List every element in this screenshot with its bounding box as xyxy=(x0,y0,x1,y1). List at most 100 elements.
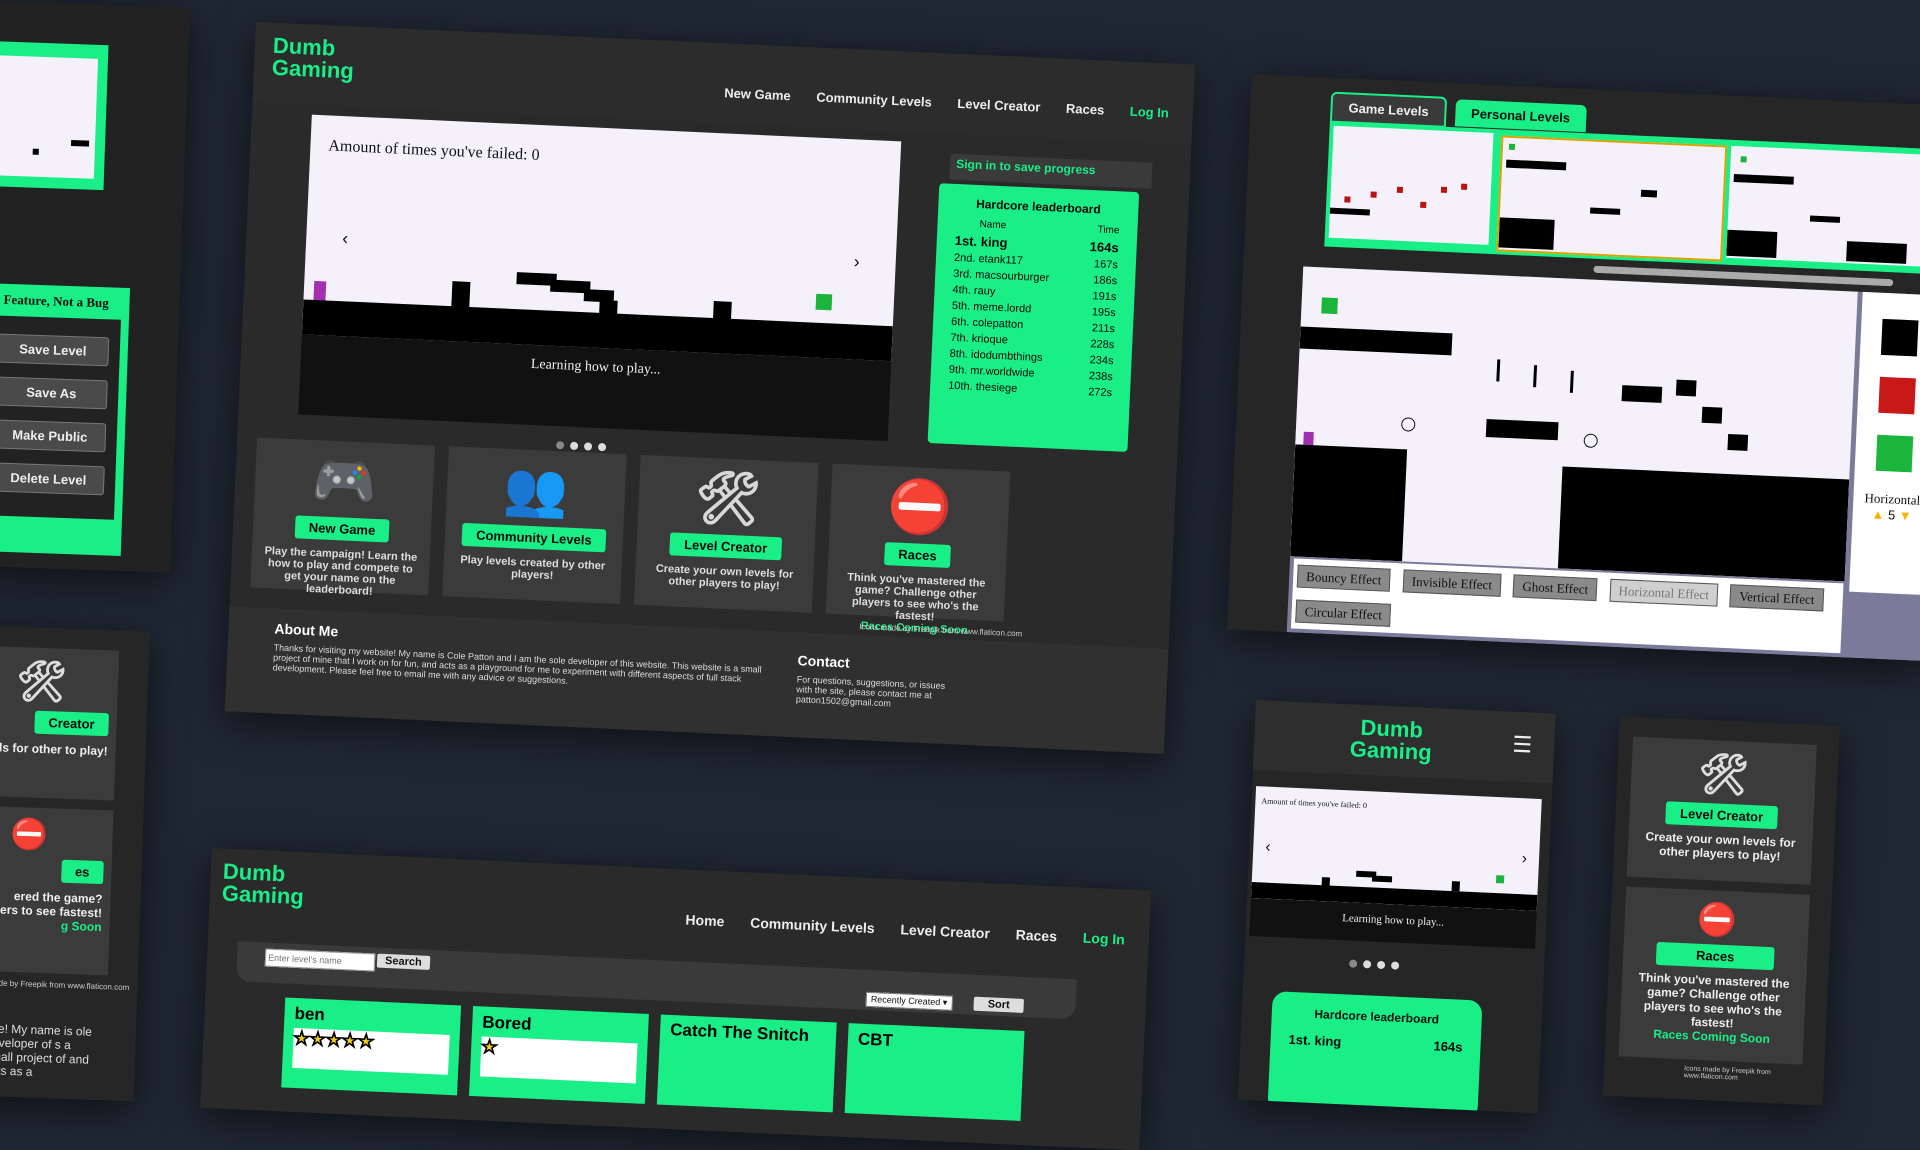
no-monitor-icon: ⛔ xyxy=(1696,900,1738,939)
save-level-button[interactable]: Save Level xyxy=(0,333,110,367)
level-card-ben[interactable]: ben ★★★★★ xyxy=(281,997,462,1096)
carousel-dot-1[interactable] xyxy=(555,441,565,450)
invisible-effect-button[interactable]: Invisible Effect xyxy=(1402,569,1502,597)
decrease-arrow-icon[interactable]: ▼ xyxy=(1899,508,1913,524)
mobile-next-arrow-icon[interactable]: › xyxy=(1521,850,1527,868)
about-title: About Me xyxy=(274,620,339,640)
tools-icon: 🛠 xyxy=(15,659,68,705)
nav-races[interactable]: Races xyxy=(1015,927,1057,945)
nav-new-game[interactable]: New Game xyxy=(724,85,791,103)
nav-level-creator[interactable]: Level Creator xyxy=(957,96,1041,115)
sort-select-value: Recently Created xyxy=(870,994,941,1008)
carousel-dot-3[interactable] xyxy=(583,442,593,451)
palette-effect-value: 5 xyxy=(1887,507,1896,523)
search-input[interactable] xyxy=(264,948,376,972)
creator-canvas[interactable] xyxy=(1290,266,1858,582)
editor-panel: s a Feature, Not a Bug Save Level Save A… xyxy=(0,0,190,573)
leaderboard-player-name: 4th. rauy xyxy=(952,283,996,298)
logo-community[interactable]: Dumb Gaming xyxy=(221,859,305,910)
level-creator-page: Game Levels Personal Levels Horizontal ▲… xyxy=(1226,74,1920,662)
nav-home[interactable]: Home xyxy=(685,912,725,930)
leaderboard-player-name: 1st. king xyxy=(954,232,1008,251)
level-thumb-1[interactable] xyxy=(1328,125,1494,245)
leaderboard-player-time: 191s xyxy=(1092,290,1117,304)
leaderboard-col-time: Time xyxy=(1097,224,1120,237)
left-races-desc: ered the game? players to see fastest! xyxy=(0,889,103,921)
leaderboard-player-time: 195s xyxy=(1091,306,1116,320)
main-nav: New Game Community Levels Level Creator … xyxy=(702,84,1169,120)
logo-line-2: Gaming xyxy=(221,880,305,910)
card-new-game-button[interactable]: New Game xyxy=(294,515,390,543)
nav-community-levels[interactable]: Community Levels xyxy=(816,90,932,110)
leaderboard-player-name: 5th. meme.lordd xyxy=(951,299,1032,316)
make-public-button[interactable]: Make Public xyxy=(0,419,107,453)
mobile-home-page: Dumb Gaming ☰ Amount of times you've fai… xyxy=(1237,700,1556,1114)
card-community-levels-button[interactable]: Community Levels xyxy=(461,522,607,553)
carousel-dot-2[interactable] xyxy=(569,441,579,451)
bouncy-effect-button[interactable]: Bouncy Effect xyxy=(1296,564,1391,592)
left-home-fragment: 🛠 Creator levels for other to play! ⛔ es… xyxy=(0,625,150,1102)
mobile-prev-arrow-icon[interactable]: ‹ xyxy=(1265,839,1271,857)
level-thumb-3[interactable] xyxy=(1726,145,1920,268)
contact-text: For questions, suggestions, or issues wi… xyxy=(795,674,946,709)
mobile-dot-1[interactable] xyxy=(1348,959,1358,968)
circular-effect-button[interactable]: Circular Effect xyxy=(1295,599,1392,627)
mobile-dot-2[interactable] xyxy=(1362,960,1372,969)
creator-workspace: Horizontal ▲ 5 ▼ Bouncy Effect Invisible… xyxy=(1286,266,1920,662)
no-monitor-icon: ⛔ xyxy=(885,477,954,539)
nav-level-creator[interactable]: Level Creator xyxy=(900,921,990,941)
carousel-dot-4[interactable] xyxy=(597,442,607,452)
logo-mobile[interactable]: Dumb Gaming xyxy=(1349,715,1433,765)
level-thumb-2[interactable] xyxy=(1496,135,1728,262)
level-card-bored[interactable]: Bored ★ xyxy=(469,1006,649,1104)
game-canvas[interactable]: Amount of times you've failed: 0 ‹ › xyxy=(301,114,902,362)
mobile-dot-4[interactable] xyxy=(1390,961,1400,970)
palette-effect-stepper[interactable]: ▲ 5 ▼ xyxy=(1852,506,1920,525)
next-arrow-icon[interactable]: › xyxy=(853,251,860,272)
level-rating: ★★★★★ xyxy=(292,1027,450,1075)
leaderboard-player-name: 2nd. etank117 xyxy=(953,251,1024,268)
card-races-button[interactable]: Races xyxy=(883,542,952,569)
nav-log-in[interactable]: Log In xyxy=(1082,930,1125,948)
increase-arrow-icon[interactable]: ▲ xyxy=(1871,507,1885,523)
delete-level-button[interactable]: Delete Level xyxy=(0,462,105,496)
level-card-cbt[interactable]: CBT xyxy=(844,1023,1025,1121)
ghost-effect-button[interactable]: Ghost Effect xyxy=(1512,574,1598,602)
level-card-catch-the-snitch[interactable]: Catch The Snitch xyxy=(656,1014,837,1113)
leaderboard-player-time: 272s xyxy=(1087,386,1113,400)
leaderboard-col-name: Name xyxy=(979,219,1007,232)
card-level-creator-button[interactable]: Level Creator xyxy=(669,532,782,561)
mobile-races-button[interactable]: Races xyxy=(1655,941,1775,971)
logo[interactable]: Dumb Gaming xyxy=(271,33,355,84)
mobile-game-canvas[interactable]: Amount of times you've failed: 0 ‹ › xyxy=(1251,786,1542,911)
level-card-title: Bored xyxy=(481,1012,532,1034)
palette-red-block[interactable] xyxy=(1878,376,1916,415)
vertical-effect-button[interactable]: Vertical Effect xyxy=(1729,584,1824,612)
sign-in-link[interactable]: Sign in to save progress xyxy=(949,153,1153,189)
mobile-dot-3[interactable] xyxy=(1376,960,1386,970)
nav-community-levels[interactable]: Community Levels xyxy=(750,915,875,937)
level-rating: ★ xyxy=(479,1036,638,1084)
home-page: Dumb Gaming New Game Community Levels Le… xyxy=(224,22,1196,754)
mobile-leaderboard: Hardcore leaderboard 1st. king 164s xyxy=(1267,991,1483,1114)
mobile-level-creator-button[interactable]: Level Creator xyxy=(1665,801,1778,830)
mobile-card-races: ⛔ Races Think you've mastered the game? … xyxy=(1618,886,1811,1065)
search-button[interactable]: Search xyxy=(376,953,431,970)
fail-counter: Amount of times you've failed: 0 xyxy=(328,137,540,164)
sort-select[interactable]: Recently Created ▾ xyxy=(865,991,953,1011)
card-community-levels-desc: Play levels created by other players! xyxy=(460,553,606,583)
left-about-fragment: site! My name is ole developer of s a sm… xyxy=(0,1021,93,1079)
palette-black-block[interactable] xyxy=(1880,318,1919,357)
left-level-creator-button[interactable]: Creator xyxy=(34,710,110,737)
logo-line-2: Gaming xyxy=(271,54,355,84)
nav-log-in[interactable]: Log In xyxy=(1130,104,1170,121)
horizontal-effect-button[interactable]: Horizontal Effect xyxy=(1609,578,1719,607)
sort-button[interactable]: Sort xyxy=(973,996,1024,1013)
hamburger-menu-icon[interactable]: ☰ xyxy=(1512,732,1533,759)
left-races-button[interactable]: es xyxy=(60,859,104,885)
prev-arrow-icon[interactable]: ‹ xyxy=(342,228,349,249)
save-as-button[interactable]: Save As xyxy=(0,376,108,410)
star-icon: ★ xyxy=(480,1036,498,1058)
nav-races[interactable]: Races xyxy=(1066,101,1105,118)
palette-green-block[interactable] xyxy=(1875,434,1914,473)
